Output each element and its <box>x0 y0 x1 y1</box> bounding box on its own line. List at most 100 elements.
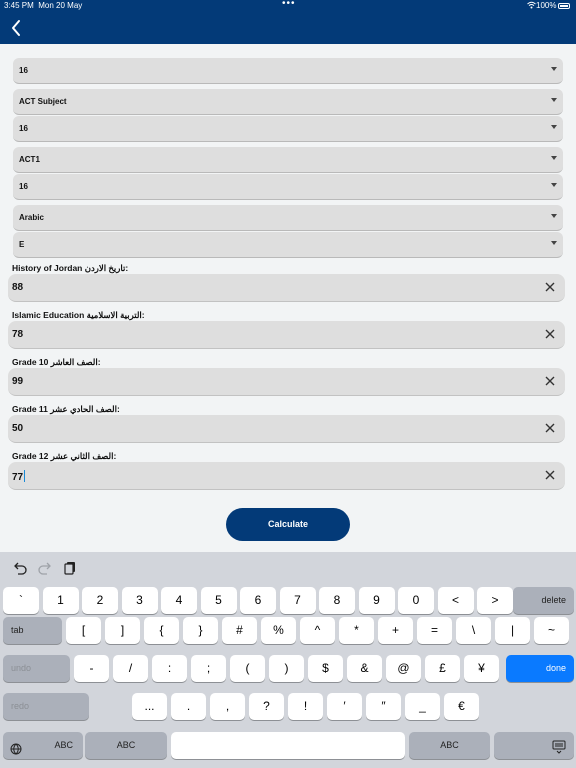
select-arabic-grade[interactable]: E <box>13 232 563 258</box>
row3-key-10[interactable]: ¥ <box>464 655 499 682</box>
row4-key-1[interactable]: . <box>171 693 206 720</box>
chevron-down-icon <box>551 156 557 160</box>
row3-key-8[interactable]: @ <box>386 655 421 682</box>
islamic-education-field[interactable]: 78 <box>8 321 565 349</box>
select-act1-grade[interactable]: 16 <box>13 174 563 200</box>
redo-icon[interactable] <box>37 560 53 576</box>
battery-icon <box>558 3 570 9</box>
row1-key-1[interactable]: 1 <box>42 587 79 614</box>
row1-key-0[interactable]: ` <box>3 587 39 614</box>
row1-key-3[interactable]: 3 <box>121 587 158 614</box>
done-key[interactable]: done <box>506 655 574 682</box>
row2-key-5[interactable]: % <box>261 617 296 644</box>
row1-key-4[interactable]: 4 <box>161 587 197 614</box>
hide-keyboard-key[interactable] <box>494 732 574 759</box>
row1-key-8[interactable]: 8 <box>319 587 355 614</box>
row1-key-2[interactable]: 2 <box>82 587 118 614</box>
label-history-of-jordan: History of Jordan تاريخ الاردن: <box>12 263 129 273</box>
row4-key-6[interactable]: ″ <box>366 693 401 720</box>
row2-key-8[interactable]: + <box>378 617 413 644</box>
row1-key-12[interactable]: > <box>477 587 513 614</box>
row2-key-3[interactable]: } <box>183 617 218 644</box>
undo-key[interactable]: undo <box>3 655 70 682</box>
text-cursor <box>24 470 26 482</box>
row3-key-0[interactable]: - <box>74 655 109 682</box>
row3-key-3[interactable]: ; <box>191 655 226 682</box>
select-act1[interactable]: ACT1 <box>13 147 563 173</box>
select-arabic[interactable]: Arabic <box>13 205 563 231</box>
row3-key-9[interactable]: £ <box>425 655 460 682</box>
grade-11-field[interactable]: 50 <box>8 415 565 443</box>
chevron-down-icon <box>551 214 557 218</box>
tab-key[interactable]: tab <box>3 617 62 644</box>
row4-key-2[interactable]: , <box>210 693 245 720</box>
row1-key-5[interactable]: 5 <box>200 587 237 614</box>
label-islamic-education: Islamic Education التربية الاسلامية: <box>12 310 145 320</box>
on-screen-keyboard: ` 1 2 3 4 5 6 7 8 9 0 < > delete tab []{} #% ^ * + = \ | ~ u… <box>0 552 576 768</box>
row2-key-11[interactable]: | <box>495 617 530 644</box>
undo-icon[interactable] <box>12 560 28 576</box>
row2-key-4[interactable]: # <box>222 617 257 644</box>
row3-key-1[interactable]: / <box>113 655 148 682</box>
calculate-button[interactable]: Calculate <box>226 508 350 541</box>
chevron-down-icon <box>551 98 557 102</box>
grade-10-field[interactable]: 99 <box>8 368 565 396</box>
chevron-down-icon <box>551 125 557 129</box>
row1-key-11[interactable]: < <box>437 587 474 614</box>
space-key[interactable] <box>171 732 405 759</box>
row4-key-7[interactable]: _ <box>405 693 440 720</box>
row4-key-3[interactable]: ? <box>249 693 284 720</box>
abc-key-right[interactable]: ABC <box>409 732 490 759</box>
label-grade-10: Grade 10 الصف العاشر: <box>12 357 101 367</box>
row3-key-4[interactable]: ( <box>230 655 265 682</box>
row1-key-7[interactable]: 7 <box>279 587 316 614</box>
status-time: 3:45 PM Mon 20 May <box>4 1 83 10</box>
history-of-jordan-field[interactable]: 88 <box>8 274 565 302</box>
close-icon[interactable] <box>543 374 557 388</box>
row2-key-9[interactable]: = <box>417 617 452 644</box>
row3-key-6[interactable]: $ <box>308 655 343 682</box>
row2-key-0[interactable]: [ <box>66 617 101 644</box>
form-content: 16 ACT Subject 16 ACT1 16 Arabic E Histo… <box>0 44 576 552</box>
grade-12-field[interactable]: 77 <box>8 462 565 490</box>
chevron-left-icon[interactable] <box>8 18 26 38</box>
abc-key-left[interactable]: ABC <box>85 732 167 759</box>
close-icon[interactable] <box>543 280 557 294</box>
row2-key-7[interactable]: * <box>339 617 374 644</box>
row4-key-5[interactable]: ′ <box>327 693 362 720</box>
row1-key-9[interactable]: 9 <box>358 587 395 614</box>
chevron-down-icon <box>551 241 557 245</box>
select-act-subject[interactable]: ACT Subject <box>13 89 563 115</box>
wifi-icon <box>527 1 536 11</box>
paste-icon[interactable] <box>62 560 78 576</box>
row4-key-8[interactable]: € <box>444 693 479 720</box>
globe-key[interactable]: ABC <box>3 732 83 759</box>
row2-key-12[interactable]: ~ <box>534 617 569 644</box>
abc-left-label: ABC <box>54 740 73 750</box>
row4-key-4[interactable]: ! <box>288 693 323 720</box>
row2-key-2[interactable]: { <box>144 617 179 644</box>
row2-key-10[interactable]: \ <box>456 617 491 644</box>
chevron-down-icon <box>551 67 557 71</box>
close-icon[interactable] <box>543 468 557 482</box>
select-grade-1[interactable]: 16 <box>13 58 563 84</box>
row4-key-0[interactable]: ... <box>132 693 167 720</box>
label-grade-11: Grade 11 الصف الحادي عشر: <box>12 404 120 414</box>
label-grade-12: Grade 12 الصف الثاني عشر: <box>12 451 117 461</box>
abc-label: ABC <box>440 740 459 750</box>
row3-key-2[interactable]: : <box>152 655 187 682</box>
delete-key[interactable]: delete <box>513 587 574 614</box>
close-icon[interactable] <box>543 421 557 435</box>
abc-label: ABC <box>116 740 136 750</box>
row3-key-7[interactable]: & <box>347 655 382 682</box>
row2-key-6[interactable]: ^ <box>300 617 335 644</box>
row3-key-5[interactable]: ) <box>269 655 304 682</box>
redo-key[interactable]: redo <box>3 693 89 720</box>
grade-12-value: 77 <box>12 472 24 483</box>
close-icon[interactable] <box>543 327 557 341</box>
select-act-subject-grade[interactable]: 16 <box>13 116 563 142</box>
row2-key-1[interactable]: ] <box>105 617 140 644</box>
row1-key-10[interactable]: 0 <box>398 587 434 614</box>
row1-key-6[interactable]: 6 <box>240 587 276 614</box>
multitasking-dots[interactable]: ••• <box>282 0 296 9</box>
